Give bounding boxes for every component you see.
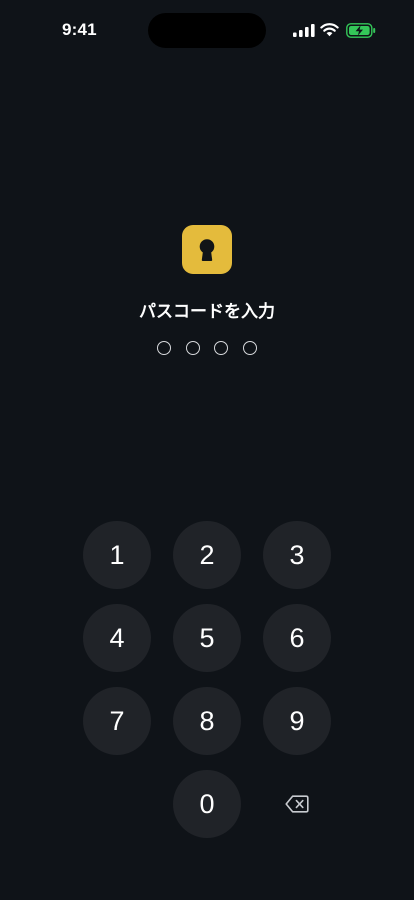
passcode-dot [242,341,257,355]
key-0[interactable]: 0 [173,770,241,838]
key-3[interactable]: 3 [263,521,331,589]
key-1[interactable]: 1 [83,521,151,589]
passcode-screen: 9:41 パスコードを入力 1 2 3 4 5 6 7 8 9 0 [0,0,414,900]
passcode-dot [185,341,200,355]
key-6[interactable]: 6 [263,604,331,672]
passcode-indicator [157,341,257,357]
key-9[interactable]: 9 [263,687,331,755]
key-2[interactable]: 2 [173,521,241,589]
delete-button[interactable] [263,770,331,838]
backspace-icon [285,795,309,813]
key-7[interactable]: 7 [83,687,151,755]
key-4[interactable]: 4 [83,604,151,672]
passcode-title: パスコードを入力 [139,302,275,322]
status-time: 9:41 [62,20,97,39]
status-bar: 9:41 [0,0,414,60]
battery-charging-icon [346,23,376,38]
wifi-icon [320,23,339,37]
passcode-dot [214,341,228,355]
dynamic-island [148,13,266,48]
passcode-dot [157,341,171,355]
key-5[interactable]: 5 [173,604,241,672]
cellular-signal-icon [293,24,315,37]
key-8[interactable]: 8 [173,687,241,755]
keyhole-icon [182,225,232,274]
